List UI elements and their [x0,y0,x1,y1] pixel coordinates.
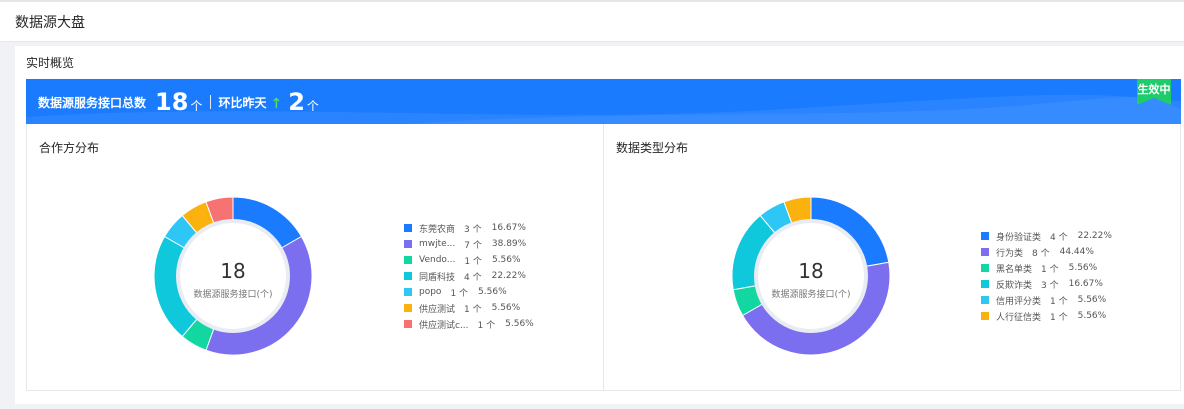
total-interfaces-value: 18 [155,88,189,116]
legend-color-swatch [404,272,412,280]
partner-total-value: 18 [220,259,246,283]
legend-label: 东莞农商 [419,224,456,235]
legend-count: 4 个 [464,272,482,283]
legend-label: 信用评分类 [996,296,1042,307]
legend-count: 7 个 [464,240,482,251]
legend-percent: 5.56% [478,287,507,297]
legend-percent: 5.56% [505,319,534,329]
legend-item[interactable]: 反欺诈类 3 个 16.67% [981,276,1112,292]
legend-color-swatch [404,304,412,312]
legend-item[interactable]: 信用评分类 1 个 5.56% [981,292,1112,308]
legend-item[interactable]: 供应测试c... 1 个 5.56% [404,316,534,332]
legend-label: 黑名单类 [996,264,1033,275]
legend-percent: 22.22% [1077,231,1112,241]
legend-count: 3 个 [464,224,482,235]
partner-distribution-panel: 合作方分布 18 数据源服务接口(个) 东莞农商 3 个 16.67% mwjte..… [27,124,604,390]
compare-unit: 个 [306,99,319,113]
legend-item[interactable]: 行为类 8 个 44.44% [981,244,1112,260]
legend-label: 同盾科技 [419,272,456,283]
legend-label: 供应测试c... [419,320,469,331]
legend-percent: 5.56% [491,255,521,265]
partner-legend: 东莞农商 3 个 16.67% mwjte... 7 个 38.89% Vendo... 1 … [404,220,534,332]
datatype-legend: 身份验证类 4 个 22.22% 行为类 8 个 44.44% 黑名单类 1 个 5.56% 反欺… [981,228,1112,324]
datatype-donut-center: 18 数据源服务接口(个) [731,259,891,300]
summary-banner: 数据源服务接口总数 18 个 环比昨天 ↑ 2 个 生效中 [26,79,1181,124]
status-badge-label: 生效中 [1137,83,1171,96]
legend-item[interactable]: 人行征信类 1 个 5.56% [981,308,1112,324]
legend-item[interactable]: 黑名单类 1 个 5.56% [981,260,1112,276]
partner-panel-title: 合作方分布 [39,141,100,155]
status-badge: 生效中 [1137,79,1171,105]
partner-total-caption: 数据源服务接口(个) [193,290,273,300]
legend-label: 反欺诈类 [996,280,1033,291]
legend-item[interactable]: 身份验证类 4 个 22.22% [981,228,1112,244]
legend-count: 8 个 [1032,248,1050,259]
legend-color-swatch [404,224,412,232]
legend-count: 1 个 [1050,296,1068,307]
legend-item[interactable]: 同盾科技 4 个 22.22% [404,268,534,284]
legend-color-swatch [981,312,989,320]
legend-color-swatch [404,240,412,248]
legend-percent: 44.44% [1059,247,1094,257]
legend-item[interactable]: popo 1 个 5.56% [404,284,534,300]
legend-label: 行为类 [996,248,1024,259]
overview-card: 实时概览 数据源服务接口总数 18 个 环比昨天 ↑ 2 个 生效中 合作方分布 [15,46,1184,404]
datatype-distribution-panel: 数据类型分布 18 数据源服务接口(个) 身份验证类 4 个 22.22% 行为类 8 … [604,124,1181,390]
page-header: 数据源大盘 [0,0,1184,42]
legend-percent: 5.56% [1068,263,1098,273]
distribution-panels: 合作方分布 18 数据源服务接口(个) 东莞农商 3 个 16.67% mwjte..… [26,124,1181,391]
legend-item[interactable]: 供应测试 1 个 5.56% [404,300,534,316]
legend-label: 人行征信类 [996,312,1042,323]
legend-percent: 5.56% [491,303,521,313]
legend-count: 1 个 [464,256,482,267]
legend-count: 1 个 [464,304,482,315]
legend-color-swatch [404,256,412,264]
legend-count: 1 个 [477,320,496,331]
legend-percent: 22.22% [491,271,526,281]
legend-percent: 5.56% [1077,295,1107,305]
compare-label: 环比昨天 [218,96,267,110]
legend-label: 供应测试 [419,304,456,315]
legend-percent: 5.56% [1077,311,1107,321]
legend-percent: 38.89% [491,239,527,249]
compare-value: 2 [288,88,305,116]
legend-count: 1 个 [450,288,469,299]
arrow-up-icon: ↑ [270,96,283,112]
legend-label: Vendo... [419,255,456,265]
legend-color-swatch [981,296,989,304]
legend-color-swatch [404,320,412,328]
legend-count: 1 个 [1050,312,1068,323]
legend-color-swatch [404,288,412,296]
datatype-total-caption: 数据源服务接口(个) [771,290,851,300]
legend-count: 3 个 [1041,280,1059,291]
datatype-total-value: 18 [798,259,824,283]
total-interfaces-label: 数据源服务接口总数 [38,96,147,110]
legend-color-swatch [981,264,989,272]
legend-label: mwjte... [419,239,456,249]
legend-count: 1 个 [1041,264,1059,275]
legend-label: popo [419,287,442,297]
page-title: 数据源大盘 [15,15,85,31]
legend-item[interactable]: mwjte... 7 个 38.89% [404,236,534,252]
legend-percent: 16.67% [1068,279,1103,289]
partner-donut-center: 18 数据源服务接口(个) [153,259,313,300]
legend-item[interactable]: 东莞农商 3 个 16.67% [404,220,534,236]
legend-color-swatch [981,280,989,288]
total-interfaces-unit: 个 [190,99,203,113]
legend-label: 身份验证类 [996,232,1042,243]
datatype-panel-title: 数据类型分布 [616,141,689,155]
legend-color-swatch [981,248,989,256]
banner-divider [210,95,212,109]
legend-color-swatch [981,232,989,240]
section-title: 实时概览 [26,56,75,70]
legend-count: 4 个 [1050,232,1068,243]
legend-item[interactable]: Vendo... 1 个 5.56% [404,252,534,268]
legend-percent: 16.67% [491,223,526,233]
